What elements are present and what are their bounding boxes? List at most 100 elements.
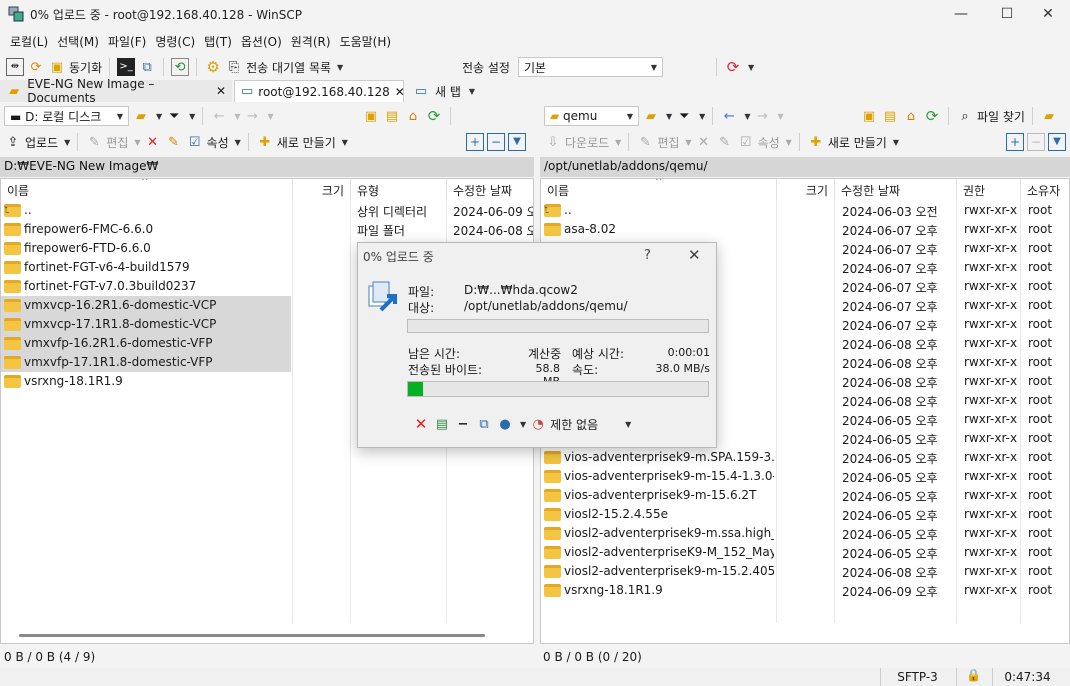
- properties-dropdown[interactable]: ▼: [235, 138, 241, 147]
- speed-limit-icon[interactable]: ◔: [529, 415, 547, 433]
- forward-dropdown[interactable]: ▼: [777, 112, 783, 121]
- more-tools-icon[interactable]: ▰: [1040, 107, 1058, 125]
- table-row[interactable]: viosl2-adventerpriseK9-M_152_May_... 2024…: [541, 543, 1069, 562]
- cancel-transfer-icon[interactable]: ✕: [412, 415, 430, 433]
- dialog-close-button[interactable]: ✕: [688, 246, 701, 264]
- column-header-type[interactable]: 유형: [351, 179, 447, 200]
- compare-dirs-icon[interactable]: ⇹: [6, 58, 24, 76]
- parent-dir-icon[interactable]: ▣: [860, 107, 878, 125]
- table-row[interactable]: vios-adventerprisek9-m-15.4-1.3.0-1... 20…: [541, 467, 1069, 486]
- table-row[interactable]: firepower6-FMC-6.6.0 파일 폴더 2024-06-08 오: [1, 220, 533, 239]
- properties-button[interactable]: 속성: [207, 134, 229, 151]
- speed-limit-button[interactable]: 제한 없음: [550, 416, 598, 433]
- upload-button[interactable]: 업로드: [25, 134, 58, 151]
- refresh-queue-icon[interactable]: ⟲: [171, 58, 190, 76]
- edit-button[interactable]: 편집: [657, 134, 679, 151]
- new-button[interactable]: 새로 만들기: [828, 134, 887, 151]
- select-filter-icon[interactable]: ▼: [508, 133, 526, 151]
- synchronize-button[interactable]: 동기화: [69, 59, 102, 76]
- column-header-name[interactable]: 이름 ^: [1, 179, 293, 200]
- new-icon[interactable]: ✚: [256, 133, 274, 151]
- download-button[interactable]: 다운로드: [565, 134, 609, 151]
- synchronize-icon[interactable]: ▣: [48, 58, 66, 76]
- home-icon[interactable]: ⌂: [902, 107, 920, 125]
- back-arrow-icon[interactable]: ←: [210, 107, 228, 125]
- back-dropdown[interactable]: ▼: [234, 112, 240, 121]
- parent-dir-icon[interactable]: ▣: [362, 107, 380, 125]
- table-row[interactable]: ⮤.. 2024-06-03 오전 rwxr-xr-x root: [541, 201, 1069, 220]
- open-folder-icon[interactable]: ▰: [642, 107, 660, 125]
- terminal-icon[interactable]: >_: [117, 58, 136, 76]
- properties-dropdown[interactable]: ▼: [786, 138, 792, 147]
- local-drive-select[interactable]: ▬ D: 로컬 디스크 ▼: [4, 106, 129, 126]
- forward-dropdown[interactable]: ▼: [267, 112, 273, 121]
- queue-list-button[interactable]: 전송 대기열 목록: [246, 59, 331, 76]
- minimize-button[interactable]: —: [938, 0, 984, 28]
- collapse-minus-icon[interactable]: −: [1027, 133, 1045, 151]
- new-dropdown[interactable]: ▼: [342, 138, 348, 147]
- local-path[interactable]: D:₩EVE-NG New Image₩: [0, 157, 534, 177]
- tab-remote-session[interactable]: ▭ root@192.168.40.128 ✕: [234, 80, 405, 102]
- filter-dropdown[interactable]: ▼: [699, 112, 705, 121]
- once-done-dropdown[interactable]: ▼: [520, 420, 526, 429]
- menu-commands[interactable]: 명령(C): [155, 33, 195, 50]
- open-folder-dropdown[interactable]: ▼: [156, 112, 162, 121]
- download-icon[interactable]: ⇩: [544, 133, 562, 151]
- new-button[interactable]: 새로 만들기: [277, 134, 336, 151]
- download-dropdown[interactable]: ▼: [615, 138, 621, 147]
- tab-close-icon[interactable]: ✕: [395, 85, 405, 99]
- tab-local-documents[interactable]: ▰ EVE-NG New Image – Documents ✕: [0, 77, 232, 105]
- refresh-icon[interactable]: ⟳: [425, 107, 443, 125]
- menu-help[interactable]: 도움말(H): [340, 33, 392, 50]
- open-folder-dropdown[interactable]: ▼: [666, 112, 672, 121]
- sync-browse-icon[interactable]: ⟳: [27, 58, 45, 76]
- column-header-name[interactable]: 이름 ^: [541, 179, 777, 200]
- filter-dropdown[interactable]: ▼: [189, 112, 195, 121]
- move-to-background-icon[interactable]: ▤: [433, 415, 451, 433]
- menu-mark[interactable]: 선택(M): [57, 33, 99, 50]
- transfer-settings-select[interactable]: 기본 ▼: [517, 57, 663, 77]
- queue-dropdown-arrow[interactable]: ▼: [337, 63, 343, 72]
- table-row[interactable]: viosl2-15.2.4.55e 2024-06-05 오후 rwxr-xr-x r…: [541, 505, 1069, 524]
- new-dropdown[interactable]: ▼: [893, 138, 899, 147]
- putty-icon[interactable]: ⧉: [138, 58, 156, 76]
- help-button[interactable]: ?: [644, 248, 651, 263]
- reconnect-dropdown-arrow[interactable]: ▼: [748, 63, 754, 72]
- table-row[interactable]: viosl2-adventerprisek9-m-15.2.4055 2024-0…: [541, 562, 1069, 581]
- once-done-icon[interactable]: ●: [496, 415, 514, 433]
- column-header-rights[interactable]: 권한: [957, 179, 1021, 200]
- column-header-modified[interactable]: 수정한 날짜: [835, 179, 957, 200]
- close-window-button[interactable]: ✕: [1026, 0, 1070, 28]
- select-filter-icon[interactable]: ▼: [1048, 133, 1066, 151]
- menu-tabs[interactable]: 탭(T): [204, 33, 232, 50]
- root-dir-icon[interactable]: ▤: [881, 107, 899, 125]
- filter-icon[interactable]: ⏷: [675, 107, 693, 125]
- upload-icon[interactable]: ⇪: [4, 133, 22, 151]
- queue-icon[interactable]: ⎘: [225, 58, 243, 76]
- table-row[interactable]: viosl2-adventerprisek9-m.ssa.high_iro...…: [541, 524, 1069, 543]
- filter-icon[interactable]: ⏷: [165, 107, 183, 125]
- column-header-size[interactable]: 크기: [293, 179, 351, 200]
- table-row[interactable]: asa-8.02 2024-06-07 오후 rwxr-xr-x root: [541, 220, 1069, 239]
- tab-close-icon[interactable]: ✕: [216, 84, 226, 98]
- rename-icon[interactable]: ✎: [165, 133, 183, 151]
- find-files-button[interactable]: 파일 찾기: [977, 108, 1025, 125]
- column-header-modified[interactable]: 수정한 날짜: [447, 179, 533, 200]
- speed-limit-dropdown[interactable]: ▼: [625, 420, 631, 429]
- transfer-queue-icon[interactable]: ⧉: [475, 415, 493, 433]
- root-dir-icon[interactable]: ▤: [383, 107, 401, 125]
- table-row[interactable]: vios-adventerprisek9-m.SPA.159-3.M3 2024-…: [541, 448, 1069, 467]
- horizontal-scrollbar[interactable]: [19, 634, 485, 637]
- menu-options[interactable]: 옵션(O): [241, 33, 282, 50]
- column-header-owner[interactable]: 소유자: [1021, 179, 1069, 200]
- refresh-icon[interactable]: ⟳: [923, 107, 941, 125]
- delete-icon[interactable]: ✕: [695, 133, 713, 151]
- menu-remote[interactable]: 원격(R): [291, 33, 331, 50]
- edit-dropdown[interactable]: ▼: [134, 138, 140, 147]
- remote-folder-select[interactable]: ▰ qemu ▼: [544, 106, 639, 126]
- tab-new[interactable]: ▭ 새 탭 ▼: [406, 80, 486, 102]
- menu-local[interactable]: 로컬(L): [10, 33, 48, 50]
- edit-icon[interactable]: ✎: [85, 133, 103, 151]
- column-header-size[interactable]: 크기: [777, 179, 835, 200]
- table-row[interactable]: ⮤.. 상위 디렉터리 2024-06-09 오: [1, 201, 533, 220]
